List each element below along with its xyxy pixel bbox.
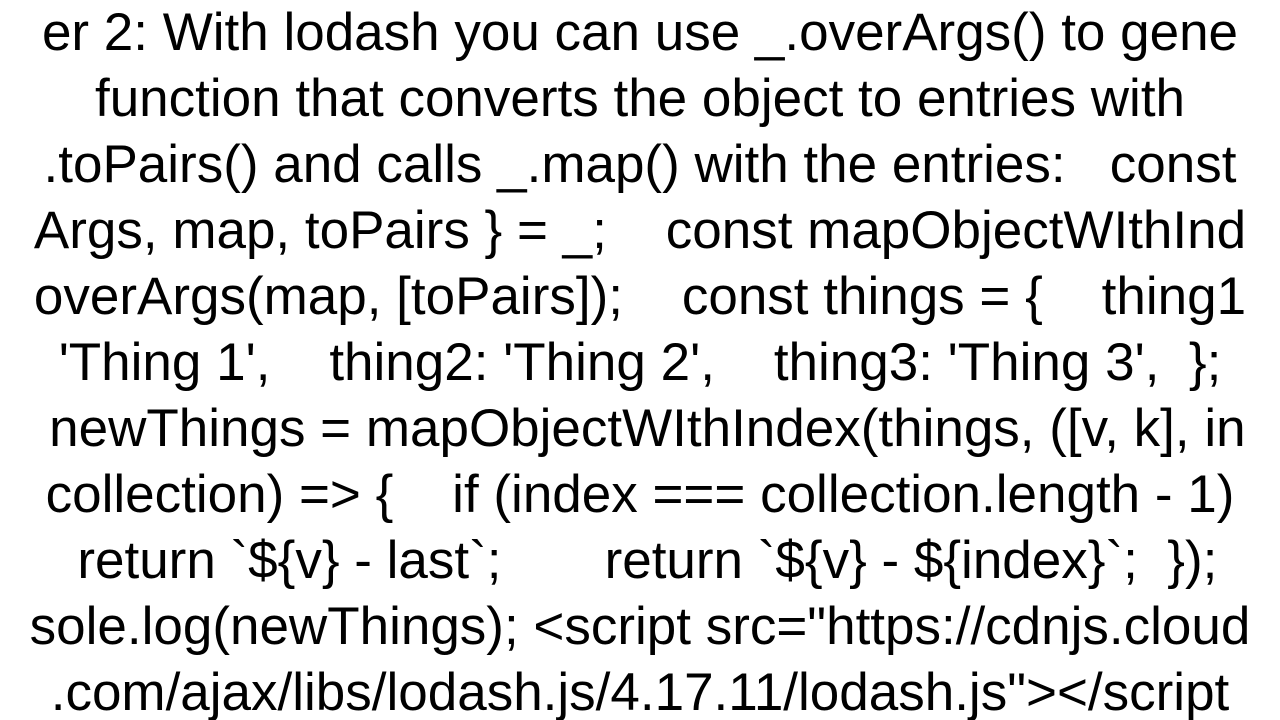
answer-body-text: er 2: With lodash you can use _.overArgs… [0,0,1280,720]
document-viewport: er 2: With lodash you can use _.overArgs… [0,0,1280,720]
